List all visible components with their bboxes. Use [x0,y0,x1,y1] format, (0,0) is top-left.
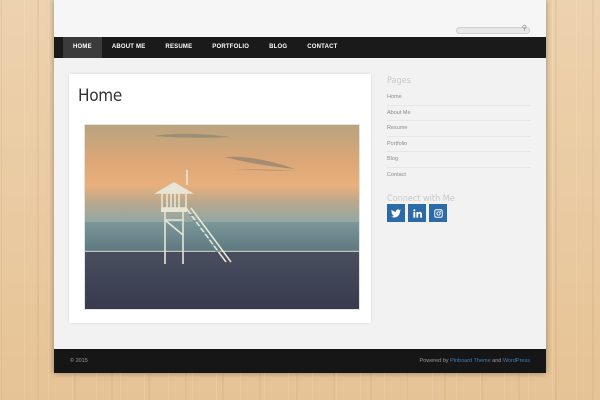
nav-item-home[interactable]: HOME [63,37,102,58]
sidebar: Pages Home About Me Resume Portfolio Blo… [387,76,530,222]
nav-item-contact[interactable]: CONTACT [297,37,347,58]
connect-widget-title: Connect with Me [387,194,455,204]
linkedin-button[interactable] [408,204,426,222]
twitter-button[interactable] [387,204,405,222]
site-container: ⚲ HOME ABOUT ME RESUME PORTFOLIO BLOG CO… [54,0,546,373]
lifeguard-tower-photo [85,125,359,309]
main-nav: HOME ABOUT ME RESUME PORTFOLIO BLOG CONT… [54,37,546,58]
and-text: and [490,358,503,364]
sidebar-link-blog[interactable]: Blog [387,152,530,168]
site-footer: © 2015 Powered by Pinboard Theme and Wor… [54,349,546,373]
powered-prefix: Powered by [419,358,451,364]
twitter-icon [391,208,401,217]
nav-item-portfolio[interactable]: PORTFOLIO [202,37,259,58]
sidebar-link-resume[interactable]: Resume [387,121,530,137]
instagram-icon [433,208,443,218]
site-header: ⚲ [54,0,546,37]
featured-image[interactable] [84,124,360,310]
search-input[interactable]: ⚲ [456,25,530,34]
sidebar-link-portfolio[interactable]: Portfolio [387,137,530,152]
pages-widget-title: Pages [387,76,411,86]
copyright-text: © 2015 [70,358,88,364]
nav-item-blog[interactable]: BLOG [259,37,297,58]
page-title: Home [78,86,122,106]
search-icon[interactable]: ⚲ [522,25,527,32]
nav-item-resume[interactable]: RESUME [155,37,202,58]
nav-item-about-me[interactable]: ABOUT ME [102,37,156,58]
sidebar-link-about-me[interactable]: About Me [387,106,530,121]
sidebar-link-contact[interactable]: Contact [387,168,530,184]
linkedin-icon [412,208,422,218]
social-links [387,204,530,222]
main-area: Home Pages Home About Me Resume Portfoli… [54,58,546,349]
content-card: Home [69,74,371,323]
powered-by-text: Powered by Pinboard Theme and WordPress [420,349,530,373]
wordpress-link[interactable]: WordPress [503,358,530,364]
instagram-button[interactable] [429,204,447,222]
theme-link[interactable]: Pinboard Theme [450,358,491,364]
sidebar-link-home[interactable]: Home [387,90,530,106]
